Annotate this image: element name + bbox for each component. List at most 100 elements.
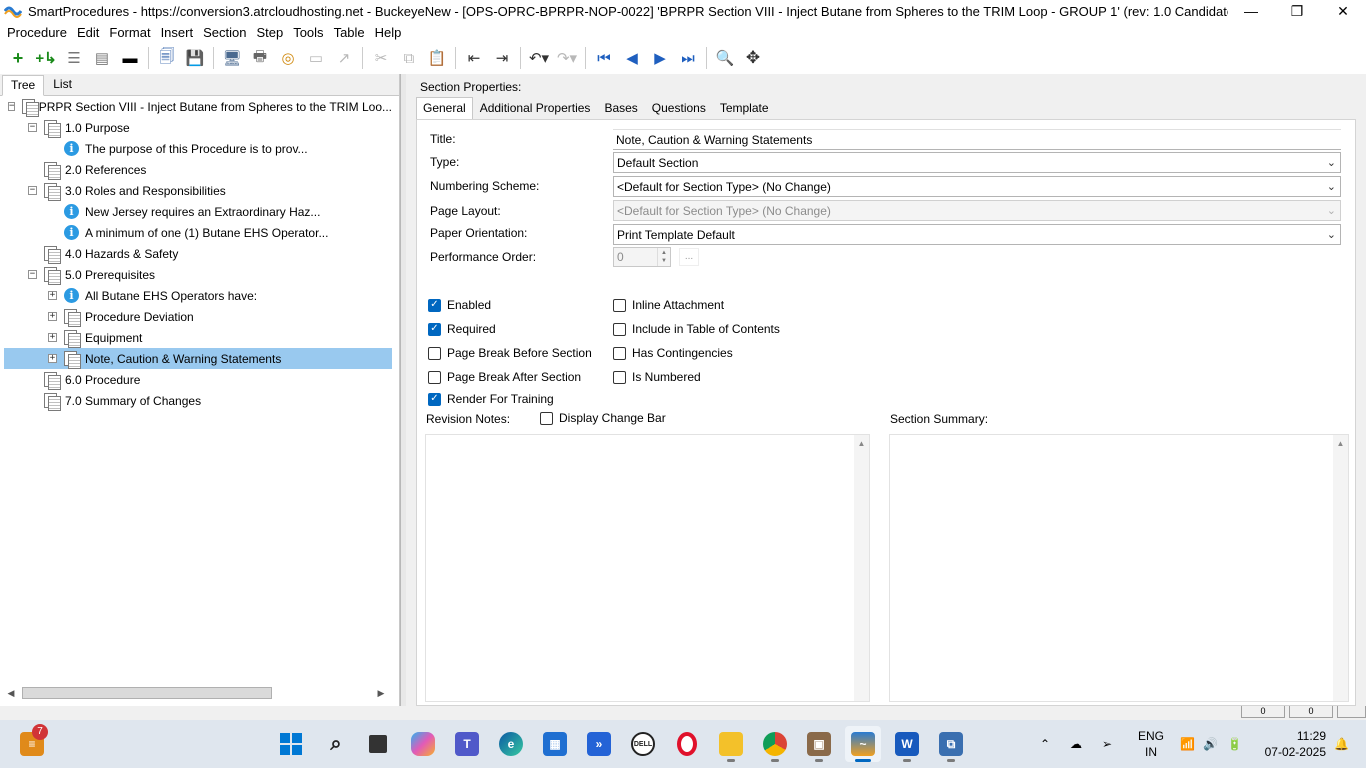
wifi-button[interactable]: 📶 bbox=[1180, 720, 1195, 768]
checkbox-box[interactable] bbox=[613, 298, 626, 312]
close-button[interactable]: ✕ bbox=[1320, 0, 1366, 22]
store-button[interactable]: ▦ bbox=[537, 726, 573, 762]
tab-template[interactable]: Template bbox=[713, 97, 776, 120]
outline-list-icon[interactable]: ▤ bbox=[88, 45, 116, 71]
add-icon[interactable]: + bbox=[4, 45, 32, 71]
scroll-right-icon[interactable]: ▶ bbox=[374, 688, 388, 699]
scroll-up-icon[interactable]: ▲ bbox=[854, 439, 869, 448]
tree-node[interactable]: − 1.0 Purpose bbox=[4, 117, 392, 138]
task-view-button[interactable] bbox=[360, 726, 396, 762]
tree-node[interactable]: − 3.0 Roles and Responsibilities bbox=[4, 180, 392, 201]
next-icon[interactable]: ▶ bbox=[646, 45, 674, 71]
type-dropdown[interactable]: Default Section ⌄ bbox=[613, 152, 1341, 173]
checkmark-icon[interactable]: ✓ bbox=[428, 322, 441, 336]
indent-icon[interactable]: ⇥ bbox=[488, 45, 516, 71]
expand-icon[interactable]: + bbox=[48, 354, 57, 363]
tree-node[interactable]: i New Jersey requires an Extraordinary Ha… bbox=[4, 201, 392, 222]
tab-tree[interactable]: Tree bbox=[2, 75, 45, 96]
restore-button[interactable]: ❐ bbox=[1274, 0, 1320, 22]
save-icon[interactable]: 💾 bbox=[181, 45, 209, 71]
checkbox-box[interactable] bbox=[428, 370, 441, 384]
volume-button[interactable]: 🔊 bbox=[1203, 720, 1218, 768]
file-explorer-button[interactable] bbox=[713, 726, 749, 762]
checkmark-icon[interactable]: ✓ bbox=[428, 392, 441, 406]
collapse-icon[interactable]: − bbox=[28, 186, 37, 195]
tab-questions[interactable]: Questions bbox=[645, 97, 713, 120]
scroll-up-icon[interactable]: ▲ bbox=[1333, 439, 1348, 448]
opera-button[interactable] bbox=[669, 726, 705, 762]
inline-attachment-checkbox[interactable]: Inline Attachment bbox=[613, 298, 724, 312]
notifications-button[interactable]: 🔔 bbox=[1334, 720, 1349, 768]
checkbox-box[interactable] bbox=[428, 346, 441, 360]
display-change-bar-checkbox[interactable]: Display Change Bar bbox=[540, 411, 666, 425]
first-icon[interactable]: ⏮ bbox=[590, 45, 618, 71]
remote-app-button[interactable]: ▣ bbox=[801, 726, 837, 762]
collapse-icon[interactable]: − bbox=[8, 102, 16, 111]
tree-node[interactable]: 2.0 References bbox=[4, 159, 392, 180]
tab-additional-properties[interactable]: Additional Properties bbox=[473, 97, 598, 120]
copilot-button[interactable] bbox=[405, 726, 441, 762]
move-icon[interactable]: ✥ bbox=[739, 45, 767, 71]
title-field[interactable]: Note, Caution & Warning Statements bbox=[613, 129, 1341, 150]
has-contingencies-checkbox[interactable]: Has Contingencies bbox=[613, 346, 733, 360]
paste-icon[interactable]: 📋 bbox=[423, 45, 451, 71]
menu-insert[interactable]: Insert bbox=[156, 25, 199, 40]
widgets-button[interactable]: ≡ 7 bbox=[14, 724, 50, 762]
tree-node[interactable]: − 5.0 Prerequisites bbox=[4, 264, 392, 285]
previous-icon[interactable]: ◀ bbox=[618, 45, 646, 71]
tree-node[interactable]: + Procedure Deviation bbox=[4, 306, 392, 327]
chrome-button[interactable] bbox=[757, 726, 793, 762]
scroll-thumb[interactable] bbox=[22, 687, 272, 699]
scroll-track[interactable] bbox=[18, 686, 374, 700]
menu-section[interactable]: Section bbox=[198, 25, 251, 40]
form-icon[interactable]: ▭ bbox=[302, 45, 330, 71]
cloud-sync-button[interactable]: ☁ bbox=[1070, 720, 1082, 768]
checkbox-box[interactable] bbox=[613, 370, 626, 384]
menu-procedure[interactable]: Procedure bbox=[2, 25, 72, 40]
language-indicator[interactable]: ENG IN bbox=[1138, 728, 1164, 760]
teams-button[interactable]: T bbox=[449, 726, 485, 762]
tree-node[interactable]: + i All Butane EHS Operators have: bbox=[4, 285, 392, 306]
include-in-table-of-contents-checkbox[interactable]: Include in Table of Contents bbox=[613, 322, 780, 336]
indent-list-icon[interactable]: ☰ bbox=[60, 45, 88, 71]
spell-check-icon[interactable]: ◎ bbox=[274, 45, 302, 71]
tree-node[interactable]: i A minimum of one (1) Butane EHS Operato… bbox=[4, 222, 392, 243]
collapse-icon[interactable]: − bbox=[28, 270, 37, 279]
clock[interactable]: 11:29 07-02-2025 bbox=[1265, 728, 1326, 760]
location-button[interactable]: ➢ bbox=[1102, 720, 1112, 768]
tree-node[interactable]: 6.0 Procedure bbox=[4, 369, 392, 390]
performance-order-browse-button[interactable]: ... bbox=[679, 248, 699, 266]
menu-step[interactable]: Step bbox=[251, 25, 288, 40]
last-icon[interactable]: ⏭ bbox=[674, 45, 702, 71]
minimize-button[interactable]: — bbox=[1228, 0, 1274, 22]
tree-horizontal-scrollbar[interactable]: ◀ ▶ bbox=[4, 686, 388, 700]
enabled-checkbox[interactable]: ✓ Enabled bbox=[428, 298, 491, 312]
required-checkbox[interactable]: ✓ Required bbox=[428, 322, 496, 336]
menu-table[interactable]: Table bbox=[329, 25, 370, 40]
tree-node[interactable]: 7.0 Summary of Changes bbox=[4, 390, 392, 411]
menu-tools[interactable]: Tools bbox=[288, 25, 328, 40]
find-icon[interactable]: 🔍 bbox=[711, 45, 739, 71]
power-automate-button[interactable]: » bbox=[581, 726, 617, 762]
tree-node[interactable]: i The purpose of this Procedure is to pro… bbox=[4, 138, 392, 159]
render-for-training-checkbox[interactable]: ✓ Render For Training bbox=[428, 392, 554, 406]
checkmark-icon[interactable]: ✓ bbox=[428, 298, 441, 312]
checkbox-box[interactable] bbox=[540, 411, 553, 425]
expand-icon[interactable]: + bbox=[48, 333, 57, 342]
delete-icon[interactable]: ▬ bbox=[116, 45, 144, 71]
search-button[interactable]: ⌕ bbox=[318, 726, 354, 762]
copy-icon[interactable]: ⧉ bbox=[395, 45, 423, 71]
tab-list[interactable]: List bbox=[44, 74, 81, 95]
tab-general[interactable]: General bbox=[416, 97, 473, 120]
tree-node[interactable]: 4.0 Hazards & Safety bbox=[4, 243, 392, 264]
checkbox-box[interactable] bbox=[613, 346, 626, 360]
checkbox-box[interactable] bbox=[613, 322, 626, 336]
tree-node[interactable]: − BPRPR Section VIII - Inject Butane from… bbox=[4, 96, 392, 117]
revision-notes-textarea[interactable]: ▲ bbox=[425, 434, 870, 702]
redo-icon[interactable]: ↷▾ bbox=[553, 45, 581, 71]
expand-icon[interactable]: + bbox=[48, 312, 57, 321]
scroll-left-icon[interactable]: ◀ bbox=[4, 688, 18, 699]
tab-bases[interactable]: Bases bbox=[597, 97, 644, 120]
battery-button[interactable]: 🔋 bbox=[1227, 720, 1242, 768]
tree-node[interactable]: + Note, Caution & Warning Statements bbox=[4, 348, 392, 369]
